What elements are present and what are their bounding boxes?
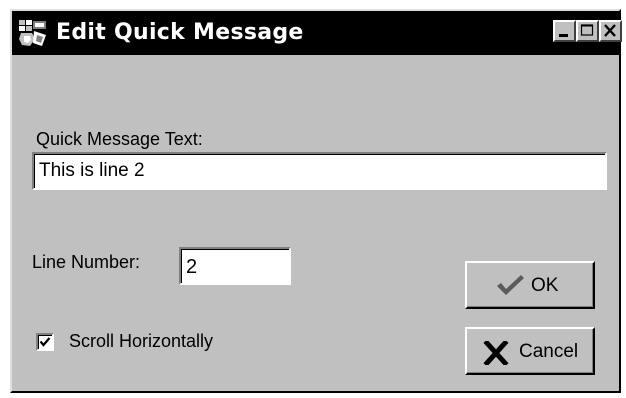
ok-button-label: OK bbox=[531, 275, 559, 296]
x-icon bbox=[483, 339, 509, 370]
window-title: Edit Quick Message bbox=[56, 20, 304, 45]
line-number-input[interactable]: 2 bbox=[179, 247, 291, 285]
cancel-button-label: Cancel bbox=[519, 341, 579, 362]
close-button[interactable] bbox=[599, 20, 622, 42]
ok-button[interactable]: OK bbox=[465, 261, 595, 309]
quick-message-text-input[interactable]: This is line 2 bbox=[32, 152, 607, 190]
minimize-button[interactable] bbox=[553, 20, 576, 42]
checkmark-icon bbox=[495, 273, 525, 302]
edit-quick-message-dialog: Edit Quick Message Quick Message Text: T… bbox=[10, 9, 622, 393]
line-number-label: Line Number: bbox=[32, 252, 141, 272]
minimize-icon bbox=[559, 34, 568, 37]
scroll-horizontally-checkbox[interactable] bbox=[36, 333, 54, 351]
maximize-icon bbox=[580, 24, 594, 36]
maximize-button[interactable] bbox=[576, 20, 599, 42]
quick-message-text-label: Quick Message Text: bbox=[36, 129, 203, 149]
checkmark-icon bbox=[39, 337, 51, 347]
app-icon[interactable] bbox=[18, 19, 48, 47]
scroll-horizontally-label[interactable]: Scroll Horizontally bbox=[69, 330, 213, 352]
cancel-button[interactable]: Cancel bbox=[465, 327, 595, 375]
title-bar[interactable]: Edit Quick Message bbox=[12, 11, 622, 55]
close-icon bbox=[604, 24, 616, 37]
